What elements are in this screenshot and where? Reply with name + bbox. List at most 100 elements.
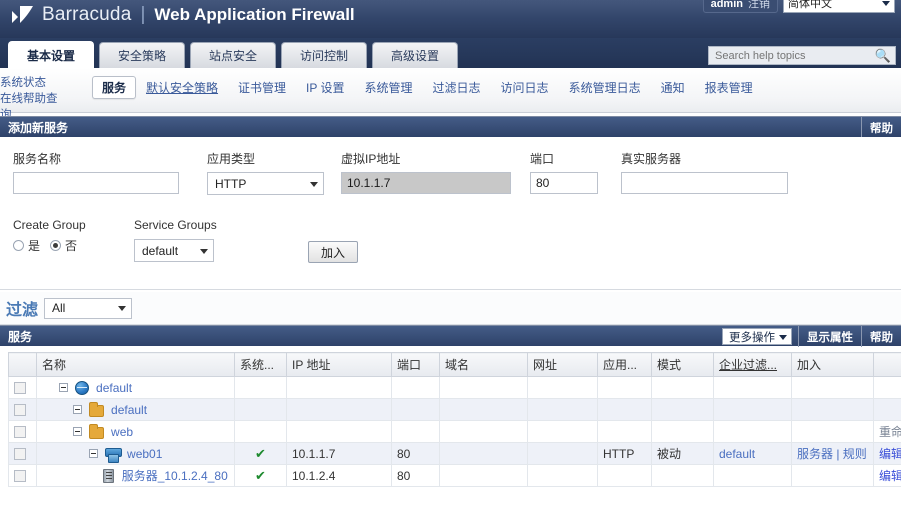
edit-link[interactable]: 编辑 xyxy=(879,469,901,483)
tab-security-policy[interactable]: 安全策略 xyxy=(99,42,185,68)
table-row[interactable]: default xyxy=(8,376,901,399)
filter-select[interactable]: All xyxy=(44,297,133,319)
tab-site-security[interactable]: 站点安全 xyxy=(190,42,276,68)
row-checkbox-cell[interactable] xyxy=(8,442,37,465)
row-policy-cell xyxy=(713,398,792,421)
add-service-form: 服务名称 应用类型 HTTP 虚拟IP地址 端口 真实服务器 Create Gr… xyxy=(0,137,901,292)
collapse-toggle-icon[interactable] xyxy=(89,448,99,458)
row-name[interactable]: default xyxy=(96,381,132,395)
row-checkbox[interactable] xyxy=(14,447,26,460)
row-actions-cell[interactable]: 编辑 xyxy=(873,464,901,487)
row-name-cell[interactable]: web01 xyxy=(36,442,235,465)
th-port[interactable]: 端口 xyxy=(391,352,440,377)
subnav-item-services[interactable]: 服务 xyxy=(92,76,137,99)
row-name-cell[interactable]: default xyxy=(36,376,235,399)
label-service-name: 服务名称 xyxy=(13,152,62,166)
table-row[interactable]: default xyxy=(8,398,901,421)
row-name[interactable]: 服务器_10.1.2.4_80 xyxy=(122,469,228,483)
row-checkbox-cell[interactable] xyxy=(8,398,37,421)
create-group-yes-radio[interactable] xyxy=(13,240,24,251)
service-groups-select[interactable]: default xyxy=(134,239,214,262)
more-actions-select[interactable]: 更多操作 xyxy=(722,328,792,345)
row-join-links[interactable]: 服务器 | 规则 xyxy=(797,447,867,461)
row-name-cell[interactable]: default xyxy=(36,398,235,421)
table-row[interactable]: 服务器_10.1.2.4_80 ✔ 10.1.2.4 80 编辑 xyxy=(8,464,901,487)
row-name-cell[interactable]: 服务器_10.1.2.4_80 xyxy=(36,464,235,487)
search-input[interactable] xyxy=(713,48,875,63)
subnav-item-access-log[interactable]: 访问日志 xyxy=(491,77,559,98)
tab-access-control[interactable]: 访问控制 xyxy=(281,42,367,68)
subnav-item-report-management[interactable]: 报表管理 xyxy=(695,77,763,98)
help-search-box[interactable]: 🔍 xyxy=(708,46,896,65)
th-enterprise-filter[interactable]: 企业过滤... xyxy=(713,352,792,377)
brand-name: Barracuda xyxy=(42,4,132,25)
th-system[interactable]: 系统... xyxy=(234,352,287,377)
row-checkbox-cell[interactable] xyxy=(8,420,37,443)
collapse-toggle-icon[interactable] xyxy=(73,404,83,414)
virtual-ip-input[interactable] xyxy=(341,172,511,194)
th-mode[interactable]: 模式 xyxy=(651,352,714,377)
row-actions-cell[interactable]: 重命名 xyxy=(873,420,901,443)
row-policy-cell[interactable]: default xyxy=(713,442,792,465)
row-name[interactable]: web01 xyxy=(127,447,162,461)
subnav-item-admin-log[interactable]: 系统管理日志 xyxy=(559,77,651,98)
brand: Barracuda | Web Application Firewall xyxy=(10,4,355,26)
tab-advanced-settings[interactable]: 高级设置 xyxy=(372,42,458,68)
search-icon[interactable]: 🔍 xyxy=(875,49,891,62)
row-checkbox-cell[interactable] xyxy=(8,376,37,399)
field-port: 端口 xyxy=(530,150,598,194)
row-checkbox-cell[interactable] xyxy=(8,464,37,487)
row-mode-cell xyxy=(651,420,714,443)
subnav-item-ip-settings[interactable]: IP 设置 xyxy=(296,77,354,98)
nav-system-status[interactable]: 系统状态 xyxy=(0,75,68,91)
subnav-item-system-management[interactable]: 系统管理 xyxy=(355,77,423,98)
show-attributes-button[interactable]: 显示属性 xyxy=(798,326,861,347)
subnav-item-notifications[interactable]: 通知 xyxy=(651,77,695,98)
row-checkbox[interactable] xyxy=(14,381,26,394)
real-server-input[interactable] xyxy=(621,172,788,194)
subnav-item-default-security-policy[interactable]: 默认安全策略 xyxy=(136,77,228,98)
service-icon xyxy=(104,447,122,463)
logout-link[interactable]: 注销 xyxy=(748,0,770,11)
port-input[interactable] xyxy=(530,172,598,194)
tab-basic-settings[interactable]: 基本设置 xyxy=(8,41,94,68)
user-chip[interactable]: admin 注销 xyxy=(702,0,778,13)
row-domain-cell xyxy=(439,442,528,465)
th-join[interactable]: 加入 xyxy=(791,352,874,377)
row-name-cell[interactable]: web xyxy=(36,420,235,443)
add-service-submit-wrap: 加入 xyxy=(308,241,359,263)
th-name[interactable]: 名称 xyxy=(36,352,235,377)
row-checkbox[interactable] xyxy=(14,425,26,438)
th-ip-address[interactable]: IP 地址 xyxy=(286,352,392,377)
rename-link[interactable]: 重命名 xyxy=(879,425,901,439)
services-band-title: 服务 xyxy=(8,329,33,344)
subnav-item-filter-log[interactable]: 过滤日志 xyxy=(423,77,491,98)
service-name-input[interactable] xyxy=(13,172,179,194)
th-application[interactable]: 应用... xyxy=(597,352,652,377)
app-header: Barracuda | Web Application Firewall adm… xyxy=(0,0,901,38)
row-checkbox[interactable] xyxy=(14,469,26,482)
services-help-button[interactable]: 帮助 xyxy=(861,326,901,347)
app-type-select[interactable]: HTTP xyxy=(207,172,324,195)
add-service-button[interactable]: 加入 xyxy=(308,241,359,263)
edit-link[interactable]: 编辑 xyxy=(879,447,901,461)
language-select[interactable]: 简体中文 xyxy=(783,0,895,13)
th-domain[interactable]: 域名 xyxy=(439,352,528,377)
add-service-help-button[interactable]: 帮助 xyxy=(861,117,901,138)
th-url[interactable]: 网址 xyxy=(527,352,598,377)
row-checkbox[interactable] xyxy=(14,403,26,416)
table-row[interactable]: web01 ✔ 10.1.1.7 80 HTTP 被动 default 服务器 … xyxy=(8,442,901,465)
table-row[interactable]: web 重命名 xyxy=(8,420,901,443)
row-name[interactable]: web xyxy=(111,425,133,439)
subnav-item-certificate-management[interactable]: 证书管理 xyxy=(228,77,296,98)
chevron-down-icon xyxy=(200,248,208,254)
collapse-toggle-icon[interactable] xyxy=(59,382,69,392)
filter-strip: 过滤 All xyxy=(0,292,901,325)
row-actions-cell[interactable]: 编辑 xyxy=(873,442,901,465)
create-group-no-radio[interactable] xyxy=(50,240,62,251)
row-name[interactable]: default xyxy=(111,403,147,417)
row-join-cell[interactable]: 服务器 | 规则 xyxy=(791,442,874,465)
row-policy[interactable]: default xyxy=(719,447,755,461)
row-app-cell xyxy=(597,464,652,487)
collapse-toggle-icon[interactable] xyxy=(73,426,83,436)
